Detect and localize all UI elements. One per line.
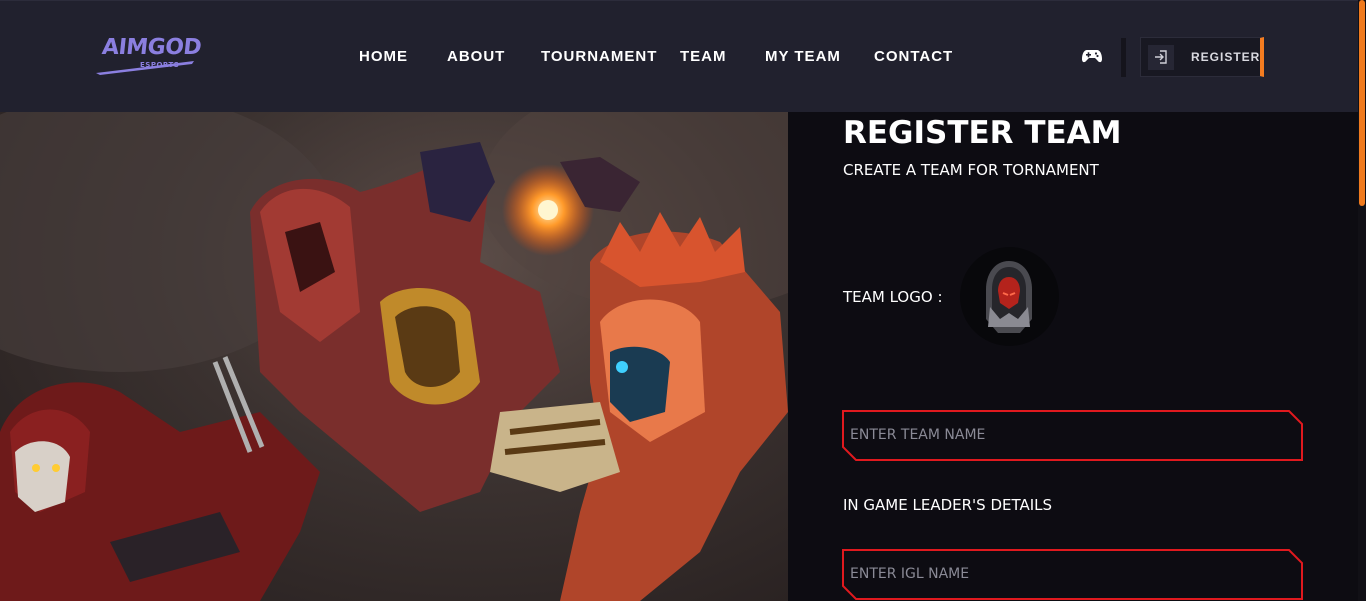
nav-item-tournament[interactable]: TOURNAMENT [541,48,657,65]
login-icon [1148,45,1174,70]
igl-name-field[interactable] [842,549,1304,600]
nav-item-about[interactable]: ABOUT [447,48,505,65]
brand-logo[interactable]: AIMGOD ESPORTS [94,33,204,77]
nav-item-my-team[interactable]: MY TEAM [765,48,841,65]
register-label: REGISTER [1191,50,1261,64]
team-name-field[interactable] [842,410,1304,461]
nav-item-home[interactable]: HOME [359,48,408,65]
site-header: AIMGOD ESPORTS HOME ABOUT TOURNAMENT TEA… [0,0,1366,112]
hooded-assassin-icon [986,261,1032,333]
hero-artwork [0,112,788,601]
scrollbar-thumb[interactable] [1359,0,1365,206]
nav-item-team[interactable]: TEAM [680,48,727,65]
team-logo-upload[interactable] [960,247,1059,346]
page-subtitle: CREATE A TEAM FOR TORNAMENT [843,161,1099,179]
gamepad-icon[interactable] [1082,48,1102,64]
register-button[interactable]: REGISTER [1140,37,1264,77]
header-divider [1121,38,1126,77]
nav-item-contact[interactable]: CONTACT [874,48,953,65]
team-logo-label: TEAM LOGO : [843,288,943,306]
page-title: REGISTER TEAM [843,115,1122,151]
igl-name-input[interactable] [850,562,1290,586]
igl-section-label: IN GAME LEADER'S DETAILS [843,496,1053,514]
team-name-input[interactable] [850,423,1290,447]
register-panel [788,112,1358,601]
brand-name: AIMGOD [100,35,203,60]
brand-tagline: ESPORTS [140,61,180,69]
